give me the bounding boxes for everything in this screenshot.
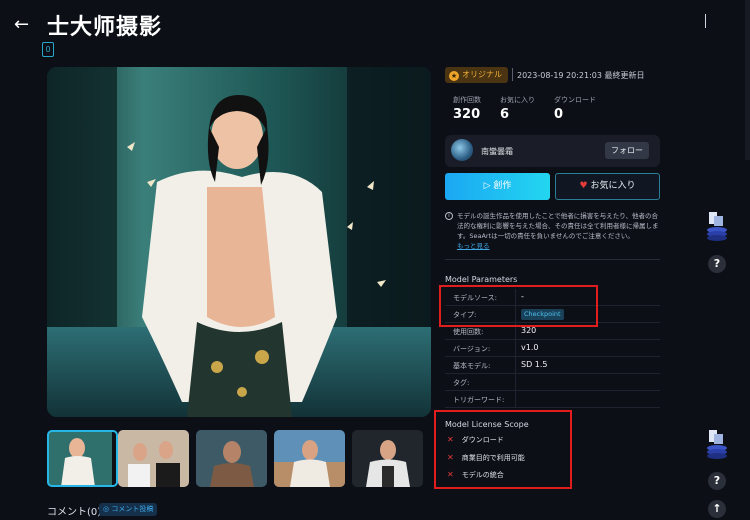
meta-divider: [512, 68, 513, 81]
thumbnail-2[interactable]: [118, 430, 189, 487]
back-arrow-icon[interactable]: ←: [14, 14, 29, 35]
param-row-trigger-words: トリガーワード:: [445, 391, 660, 408]
param-label: タグ:: [453, 379, 470, 387]
stat-label-downloads: ダウンロード: [554, 96, 596, 104]
updated-date: 2023-08-19 20:21:03 最終更新日: [517, 71, 645, 80]
scroll-top-icon[interactable]: ↑: [708, 500, 726, 518]
stat-value-downloads: 0: [554, 107, 564, 122]
stat-label-favorites: お気に入り: [500, 96, 535, 104]
original-badge: ★ オリジナル: [445, 67, 508, 83]
param-label: トリガーワード:: [453, 396, 505, 404]
param-row-tags: タグ:: [445, 374, 660, 391]
page-title: 士大师摄影: [47, 15, 163, 40]
thumbnail-4[interactable]: [274, 430, 345, 487]
highlight-box-params: [439, 285, 598, 327]
title-badge: 0: [42, 42, 54, 57]
thumbnail-5[interactable]: [352, 430, 423, 487]
star-icon: ★: [449, 71, 459, 81]
layer-stack-icon[interactable]: [705, 212, 729, 242]
favorite-label: お気に入り: [590, 181, 636, 191]
param-divider: [515, 357, 516, 374]
stat-label-creations: 創作回数: [453, 96, 481, 104]
stat-value-favorites: 6: [500, 107, 510, 122]
param-divider: [515, 391, 516, 408]
param-label: 使用回数:: [453, 328, 484, 336]
param-divider: [515, 374, 516, 391]
highlight-box-license: [434, 410, 572, 489]
layer-stack-icon[interactable]: [705, 430, 729, 460]
comments-count: コメント(0): [47, 507, 102, 518]
follow-button[interactable]: フォロー: [605, 142, 649, 159]
avatar[interactable]: [451, 139, 473, 161]
param-row-version: バージョン: v1.0: [445, 340, 660, 357]
param-label: バージョン:: [453, 345, 491, 353]
top-divider: [705, 14, 706, 28]
param-value: SD 1.5: [521, 360, 548, 369]
author-name[interactable]: 南蠻曇霜: [481, 146, 513, 157]
params-title: Model Parameters: [445, 275, 518, 284]
param-value: v1.0: [521, 343, 539, 352]
section-divider: [445, 259, 660, 260]
scrollbar[interactable]: [745, 0, 750, 160]
create-button[interactable]: ▷ 創作: [445, 173, 550, 200]
favorite-button[interactable]: ♥ お気に入り: [555, 173, 660, 200]
help-icon[interactable]: ?: [708, 472, 726, 490]
info-icon: i: [445, 212, 453, 220]
param-label: 基本モデル:: [453, 362, 491, 370]
thumbnail-1[interactable]: [47, 430, 118, 487]
main-preview-image[interactable]: [47, 67, 431, 417]
post-comment-button[interactable]: ◎ コメント投稿: [99, 503, 158, 516]
original-label: オリジナル: [462, 70, 502, 79]
read-more-link[interactable]: もっと見る: [457, 240, 490, 250]
stat-value-creations: 320: [453, 107, 481, 122]
help-icon[interactable]: ?: [708, 255, 726, 273]
disclaimer-text: モデルの誕生作品を使用したことで他者に損害を与えたり、他者の合法的な権利に影響を…: [457, 212, 659, 240]
param-row-base-model: 基本モデル: SD 1.5: [445, 357, 660, 374]
thumbnail-3[interactable]: [196, 430, 267, 487]
heart-icon: ♥: [579, 181, 588, 191]
param-divider: [515, 340, 516, 357]
param-value: 320: [521, 326, 537, 335]
